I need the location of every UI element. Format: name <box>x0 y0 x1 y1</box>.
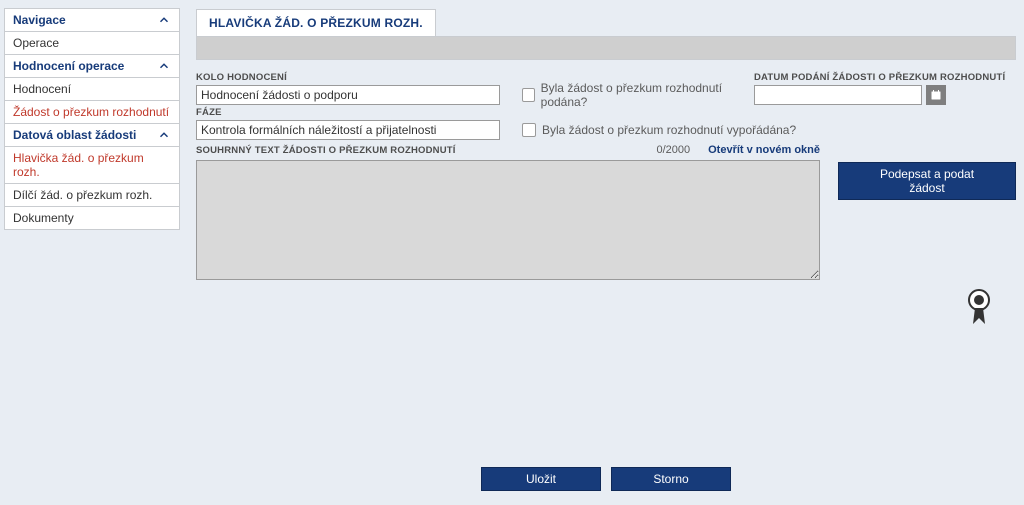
checkbox-podana-label: Byla žádost o přezkum rozhodnutí podána? <box>541 81 746 109</box>
input-datum-podani[interactable] <box>754 85 922 105</box>
nav-header-label: Datová oblast žádosti <box>13 128 136 142</box>
checkbox-vyporadana-row[interactable]: Byla žádost o přezkum rozhodnutí vypořád… <box>522 120 1016 140</box>
chevron-up-icon <box>157 59 171 73</box>
seal-icon <box>964 288 994 329</box>
input-kolo-hodnoceni[interactable] <box>196 85 500 105</box>
nav-header-datova-oblast[interactable]: Datová oblast žádosti <box>5 124 179 147</box>
nav-item-dilci[interactable]: Dílčí žád. o přezkum rozh. <box>5 184 179 207</box>
save-button[interactable]: Uložit <box>481 467 601 491</box>
label-faze: FÁZE <box>196 107 500 118</box>
nav-header-label: Navigace <box>13 13 66 27</box>
calendar-button[interactable] <box>926 85 946 105</box>
nav-item-dokumenty[interactable]: Dokumenty <box>5 207 179 229</box>
nav-item-zadost-o-prezkum[interactable]: Žádost o přezkum rozhodnutí <box>5 101 179 123</box>
label-kolo-hodnoceni: KOLO HODNOCENÍ <box>196 72 500 83</box>
summary-header: SOUHRNNÝ TEXT ŽÁDOSTI O PŘEZKUM ROZHODNU… <box>196 144 820 156</box>
summary-counter: 0/2000 <box>656 144 690 156</box>
nav-item-hlavicka[interactable]: Hlavička žád. o přezkum rozh. <box>5 147 179 184</box>
footer-buttons: Uložit Storno <box>196 461 1016 497</box>
calendar-icon <box>930 89 942 101</box>
label-souhrnny-text: SOUHRNNÝ TEXT ŽÁDOSTI O PŘEZKUM ROZHODNU… <box>196 145 456 156</box>
nav-group-navigace: Navigace Operace <box>4 8 180 55</box>
chevron-up-icon <box>157 13 171 27</box>
form-grid: KOLO HODNOCENÍ DATUM PODÁNÍ ŽÁDOSTI O PŘ… <box>196 60 1016 140</box>
nav-group-hodnoceni-operace: Hodnocení operace Hodnocení Žádost o pře… <box>4 55 180 124</box>
cancel-button[interactable]: Storno <box>611 467 731 491</box>
nav-header-hodnoceni-operace[interactable]: Hodnocení operace <box>5 55 179 78</box>
checkbox-vyporadana[interactable] <box>522 123 536 137</box>
nav-item-operace[interactable]: Operace <box>5 32 179 54</box>
date-row <box>754 85 1016 105</box>
textarea-souhrnny-text[interactable] <box>196 160 820 280</box>
nav-header-navigace[interactable]: Navigace <box>5 9 179 32</box>
link-open-new-window[interactable]: Otevřít v novém okně <box>708 144 820 156</box>
checkbox-podana[interactable] <box>522 88 535 102</box>
checkbox-podana-row[interactable]: Byla žádost o přezkum rozhodnutí podána? <box>522 85 746 105</box>
tabbar: HLAVIČKA ŽÁD. O PŘEZKUM ROZH. <box>196 8 1016 36</box>
input-faze[interactable] <box>196 120 500 140</box>
nav-group-datova-oblast: Datová oblast žádosti Hlavička žád. o př… <box>4 124 180 230</box>
tab-hlavicka[interactable]: HLAVIČKA ŽÁD. O PŘEZKUM ROZH. <box>196 9 436 36</box>
chevron-up-icon <box>157 128 171 142</box>
label-datum-podani: DATUM PODÁNÍ ŽÁDOSTI O PŘEZKUM ROZHODNUT… <box>754 72 1016 83</box>
nav-header-label: Hodnocení operace <box>13 59 124 73</box>
checkbox-vyporadana-label: Byla žádost o přezkum rozhodnutí vypořád… <box>542 123 796 137</box>
toolbar-spacer <box>196 36 1016 60</box>
nav-item-hodnoceni[interactable]: Hodnocení <box>5 78 179 101</box>
main: HLAVIČKA ŽÁD. O PŘEZKUM ROZH. KOLO HODNO… <box>196 8 1016 497</box>
sign-and-submit-button[interactable]: Podepsat a podat žádost <box>838 162 1016 200</box>
sidebar: Navigace Operace Hodnocení operace Hodno… <box>4 8 180 497</box>
